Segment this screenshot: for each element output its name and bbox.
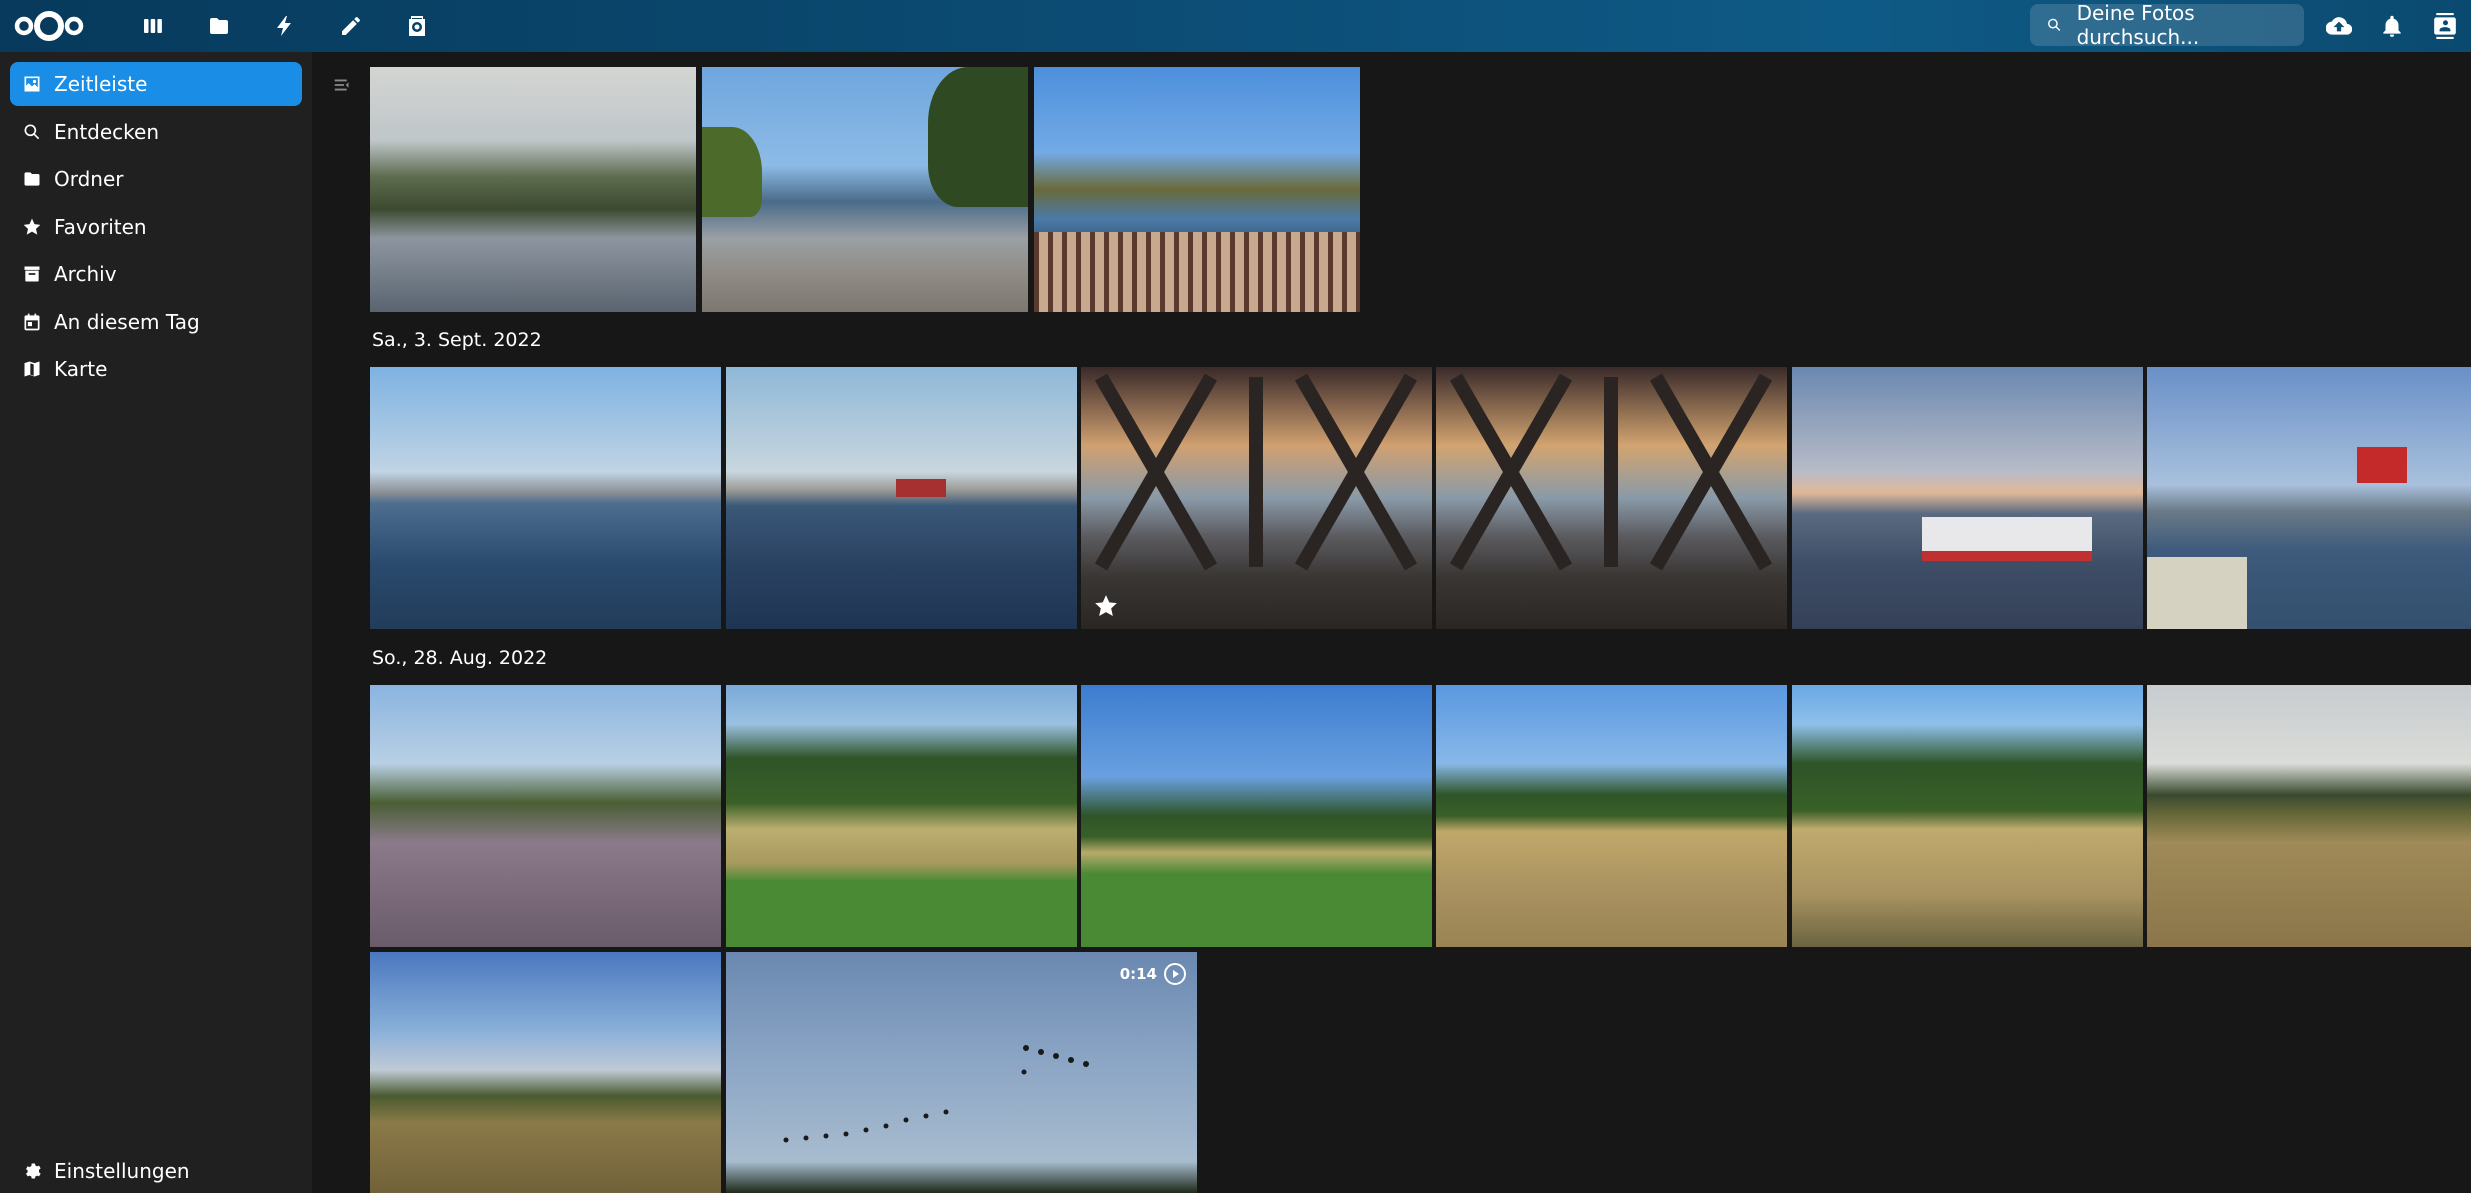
star-icon [23,218,41,235]
sidebar-item-map[interactable]: Karte [10,347,302,391]
gear-icon [26,1163,41,1179]
folder-icon [24,172,40,186]
settings-label: Einstellungen [54,1159,190,1183]
photo-thumbnail[interactable] [370,367,721,629]
sidebar-item-label: Ordner [54,167,124,191]
photo-thumbnail[interactable] [2147,367,2471,629]
menu-collapse-icon [334,79,349,91]
sidebar-item-favorites[interactable]: Favoriten [10,205,302,249]
settings-button[interactable]: Einstellungen [22,1149,190,1193]
sidebar-toggle-button[interactable] [332,74,354,96]
photo-thumbnail[interactable] [726,367,1077,629]
calendar-icon [24,313,40,330]
day-header: Sa., 3. Sept. 2022 [372,329,542,351]
app-header: Deine Fotos durchsuch... [0,0,2471,52]
video-duration: 0:14 [1119,965,1157,983]
photo-thumbnail[interactable] [1792,685,2143,947]
photo-thumbnail[interactable] [1436,685,1787,947]
upload-button[interactable] [2312,0,2365,52]
nextcloud-logo[interactable] [12,4,86,48]
photo-thumbnail[interactable] [1436,367,1787,629]
video-duration-badge: 0:14 [1120,962,1187,986]
sidebar-item-on-this-day[interactable]: An diesem Tag [10,300,302,344]
contacts-button[interactable] [2418,0,2471,52]
bell-icon [2382,15,2401,37]
video-thumbnail[interactable]: 0:14 [726,952,1197,1193]
bridge-structure [1094,373,1418,571]
photo-thumbnail[interactable] [2147,685,2471,947]
birds-in-sky [783,1045,1089,1143]
cloud-upload-icon [2325,17,2352,35]
sidebar-item-timeline[interactable]: Zeitleiste [10,62,302,106]
sidebar: Zeitleiste Entdecken Ordner Favoriten Ar… [0,52,312,1193]
sidebar-item-label: Karte [54,357,108,381]
sidebar-item-label: An diesem Tag [54,309,200,334]
notifications-button[interactable] [2365,0,2418,52]
photo-thumbnail[interactable] [370,67,696,312]
search-placeholder: Deine Fotos durchsuch... [2076,1,2200,49]
photo-thumbnail[interactable] [370,685,721,947]
photo-thumbnail[interactable] [1034,67,1360,312]
photo-thumbnail[interactable] [1792,367,2143,629]
files-app-icon[interactable] [186,0,252,52]
photo-thumbnail[interactable] [1081,367,1432,629]
sidebar-item-archive[interactable]: Archiv [10,252,302,296]
photo-timeline: Sa., 3. Sept. 2022 So., 28. Aug. 2022 0:… [370,52,2471,1193]
image-icon [24,76,40,92]
activity-app-icon[interactable] [252,0,318,52]
play-icon [1164,963,1186,985]
map-icon [24,361,40,377]
search-icon [2048,18,2061,32]
photo-thumbnail[interactable] [726,685,1077,947]
photo-thumbnail[interactable] [702,67,1028,312]
day-header: So., 28. Aug. 2022 [372,647,548,669]
dashboard-app-icon[interactable] [120,0,186,52]
bridge-structure [1449,373,1773,571]
favorite-star-icon [1093,593,1119,619]
sidebar-item-label: Favoriten [54,214,147,239]
photo-thumbnail[interactable] [1081,685,1432,947]
sidebar-item-folders[interactable]: Ordner [10,157,302,201]
sidebar-item-label: Entdecken [54,119,159,144]
contacts-icon [2433,13,2456,39]
archive-icon [24,266,40,282]
sidebar-nav: Zeitleiste Entdecken Ordner Favoriten Ar… [10,62,302,395]
search-field[interactable]: Deine Fotos durchsuch... [2030,1,2304,49]
photo-thumbnail[interactable] [370,952,721,1193]
photos-app-icon[interactable] [384,0,450,52]
sidebar-item-label: Archiv [54,262,117,286]
sidebar-item-label: Zeitleiste [54,72,148,96]
sidebar-item-explore[interactable]: Entdecken [10,110,302,154]
notes-app-icon[interactable] [318,0,384,52]
search-icon [24,124,40,139]
